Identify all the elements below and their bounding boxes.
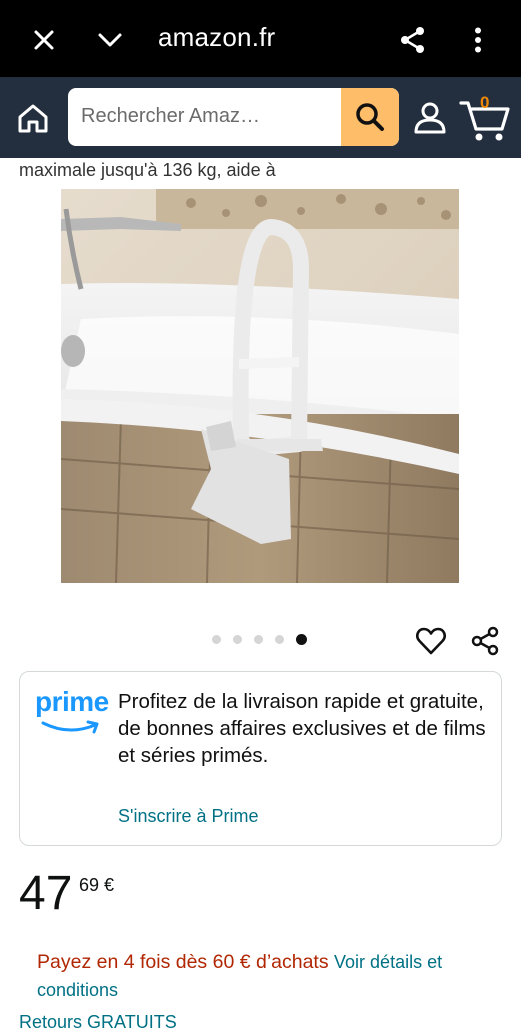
search-button[interactable] (341, 88, 399, 146)
account-icon[interactable] (408, 97, 452, 139)
product-image[interactable] (61, 189, 459, 583)
prime-logo-text: prime (35, 686, 109, 717)
more-vert-icon[interactable] (458, 20, 498, 60)
prime-promo-card: prime Profitez de la livraison rapide et… (19, 671, 502, 846)
carousel-dot[interactable] (233, 635, 242, 644)
home-icon[interactable] (12, 97, 54, 139)
browser-toolbar: amazon.fr (0, 0, 521, 77)
search-placeholder: Rechercher Amaz… (81, 105, 260, 127)
prime-logo: prime (35, 686, 109, 736)
installment-text: Payez en 4 fois dès 60 € d’achats (37, 951, 329, 973)
prime-signup-link[interactable]: S'inscrire à Prime (118, 806, 258, 827)
cart-count: 0 (480, 93, 490, 112)
chevron-down-icon[interactable] (90, 20, 130, 60)
carousel-dot-active[interactable] (296, 634, 307, 645)
installment-offer: Payez en 4 fois dès 60 € d’achats Voir d… (37, 948, 507, 1004)
close-icon[interactable] (24, 20, 64, 60)
share-icon[interactable] (393, 20, 433, 60)
prime-message: Profitez de la livraison rapide et gratu… (118, 690, 486, 767)
cart-button[interactable]: 0 (458, 91, 514, 143)
heart-icon[interactable] (414, 624, 448, 658)
page-domain[interactable]: amazon.fr (158, 22, 275, 53)
carousel-dot[interactable] (254, 635, 263, 644)
carousel-dot[interactable] (212, 635, 221, 644)
share-icon[interactable] (468, 624, 502, 658)
price-whole: 47 (19, 867, 73, 920)
product-title-tail: maximale jusqu'à 136 kg, aide à (19, 160, 276, 180)
carousel-dot[interactable] (275, 635, 284, 644)
price-fraction: 69 € (79, 875, 115, 895)
search-input[interactable]: Rechercher Amaz… (68, 88, 399, 146)
free-returns-link[interactable]: Retours GRATUITS (19, 1012, 177, 1033)
image-carousel-indicator (212, 634, 307, 645)
prime-smile-icon (41, 720, 99, 734)
search-icon (356, 103, 384, 131)
amazon-header: Rechercher Amaz… 0 (0, 77, 521, 158)
